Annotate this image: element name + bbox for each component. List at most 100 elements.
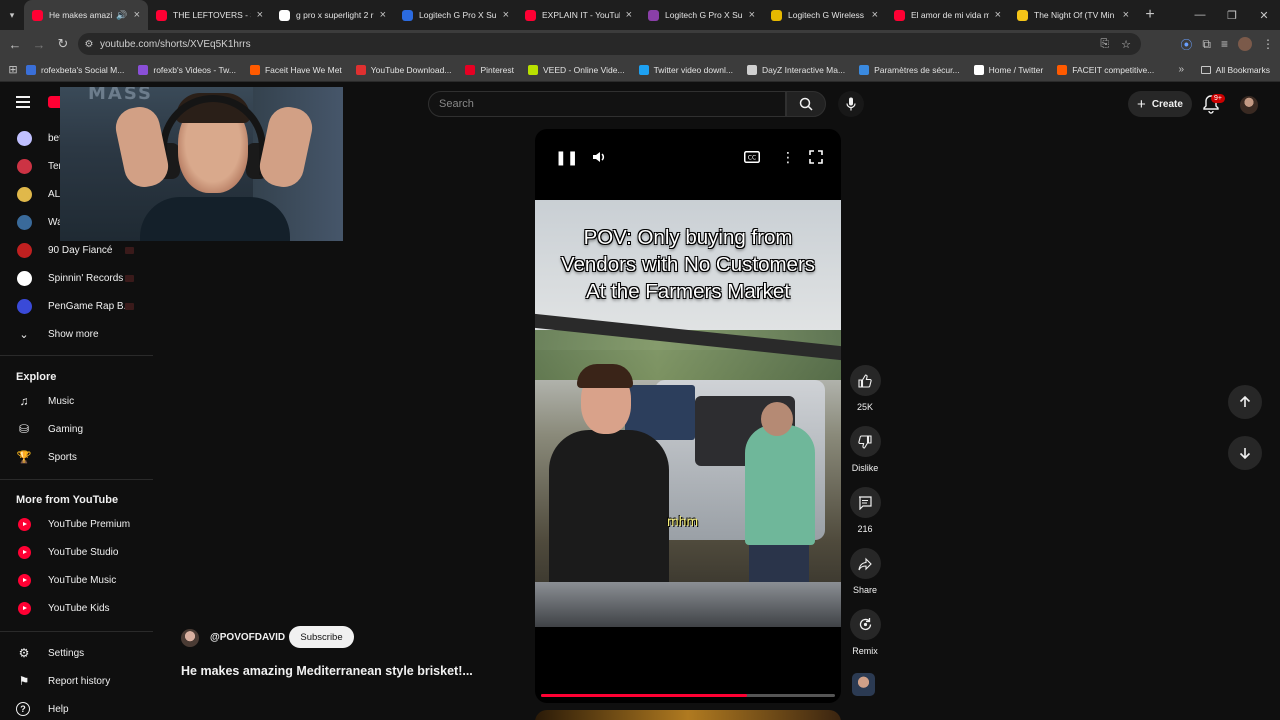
new-tab-button[interactable]: + — [1137, 6, 1163, 24]
close-window-button[interactable]: ✕ — [1248, 9, 1280, 22]
forward-button[interactable]: → — [27, 37, 51, 52]
webcam-person-body — [140, 197, 290, 241]
browser-tab[interactable]: El amor de mi vida m × — [886, 0, 1009, 30]
sidebar-item-youtube-service[interactable]: YouTube Premium — [0, 512, 153, 536]
browser-tab[interactable]: EXPLAIN IT - YouTub × — [517, 0, 640, 30]
share-arrow-icon — [858, 557, 872, 570]
tab-search-icon[interactable]: ▾ — [0, 0, 24, 30]
bookmark-item[interactable]: VEED - Online Vide... — [527, 64, 625, 75]
address-bar[interactable]: ⚙ youtube.com/shorts/XVEq5K1hrrs ⎘ ☆ — [78, 33, 1141, 55]
tab-audio-icon[interactable]: 🔊 — [116, 10, 127, 21]
closed-captions-icon[interactable]: CC — [744, 151, 760, 163]
share-button[interactable] — [849, 548, 881, 579]
progress-bar[interactable] — [541, 694, 835, 697]
shorts-player[interactable]: ❚❚ CC ⋮ POV: Only buying from Vendors wi… — [535, 129, 841, 703]
search-input[interactable] — [429, 92, 785, 116]
browser-tab[interactable]: Logitech G Pro X Sup × — [394, 0, 517, 30]
short-video-frame[interactable]: POV: Only buying from Vendors with No Cu… — [535, 200, 841, 627]
sidebar-item-youtube-service[interactable]: YouTube Studio — [0, 540, 153, 564]
voice-search-button[interactable] — [838, 91, 864, 117]
short-title[interactable]: He makes amazing Mediterranean style bri… — [181, 664, 473, 678]
browser-tab[interactable]: g pro x superlight 2 r × — [271, 0, 394, 30]
audio-source-thumbnail[interactable] — [852, 673, 875, 696]
bookmark-item[interactable]: DayZ Interactive Ma... — [746, 64, 845, 75]
reload-button[interactable]: ↻ — [51, 36, 75, 52]
all-bookmarks-button[interactable]: All Bookmarks — [1200, 65, 1270, 75]
comments-button[interactable] — [849, 487, 881, 518]
guide-menu-icon[interactable] — [16, 96, 30, 111]
next-short-button[interactable] — [1228, 436, 1262, 470]
previous-short-button[interactable] — [1228, 385, 1262, 419]
account-avatar[interactable] — [1240, 96, 1258, 114]
dislike-button[interactable] — [849, 426, 881, 457]
pause-icon[interactable]: ❚❚ — [555, 149, 578, 166]
like-button[interactable] — [849, 365, 881, 396]
browser-tab[interactable]: He makes amazin 🔊 × — [24, 0, 148, 30]
install-app-icon[interactable]: ⎘ — [1100, 38, 1109, 51]
tab-close-icon[interactable]: × — [503, 9, 509, 21]
more-from-youtube-heading: More from YouTube — [16, 494, 119, 506]
media-controls-icon[interactable]: ≡ — [1221, 37, 1228, 51]
subscription-channel[interactable]: Spinnin' Records — [0, 266, 153, 290]
sidebar-item-footer[interactable]: ⚑ Report history — [0, 669, 153, 693]
bookmark-star-icon[interactable]: ☆ — [1121, 38, 1131, 51]
bookmark-item[interactable]: rofexbeta's Social M... — [26, 64, 124, 75]
bookmark-item[interactable]: YouTube Download... — [355, 64, 451, 75]
apps-grid-icon[interactable]: ⊞ — [0, 63, 26, 76]
subscribe-button[interactable]: Subscribe — [289, 626, 354, 648]
tab-close-icon[interactable]: × — [1123, 9, 1129, 21]
tab-close-icon[interactable]: × — [872, 9, 878, 21]
profile-avatar[interactable] — [1238, 37, 1252, 51]
sidebar-item-youtube-service[interactable]: YouTube Music — [0, 568, 153, 592]
next-short-preview[interactable] — [535, 710, 841, 720]
channel-handle[interactable]: @POVOFDAVID — [210, 632, 285, 643]
browser-tab[interactable]: THE LEFTOVERS - Sea × — [148, 0, 271, 30]
bookmark-item[interactable]: rofexb's Videos - Tw... — [138, 64, 236, 75]
create-button[interactable]: + Create — [1128, 91, 1192, 117]
extensions-puzzle-icon[interactable]: ⧉ — [1202, 37, 1211, 52]
bookmark-item[interactable]: Pinterest — [465, 64, 514, 75]
webcam-background-sign: MASS — [88, 87, 153, 104]
more-options-icon[interactable]: ⋮ — [781, 149, 795, 166]
search-button[interactable] — [786, 91, 826, 117]
site-info-icon[interactable]: ⚙ — [78, 39, 100, 50]
bookmark-item[interactable]: Twitter video downl... — [638, 64, 733, 75]
browser-tab[interactable]: Logitech G Pro X Sup × — [640, 0, 763, 30]
sidebar-item-youtube-service[interactable]: YouTube Kids — [0, 596, 153, 620]
fullscreen-icon[interactable] — [809, 150, 823, 164]
url-text[interactable]: youtube.com/shorts/XVEq5K1hrrs — [100, 39, 251, 50]
sidebar-item-explore[interactable]: ⛁ Gaming — [0, 417, 153, 441]
restore-button[interactable]: ❐ — [1216, 9, 1248, 22]
back-button[interactable]: ← — [3, 37, 27, 52]
browser-tab[interactable]: Logitech G Wireless × — [763, 0, 886, 30]
tab-close-icon[interactable]: × — [257, 9, 263, 21]
bookmark-item[interactable]: Home / Twitter — [973, 64, 1043, 75]
remix-button[interactable] — [849, 609, 881, 640]
sidebar-item-footer[interactable]: ? Help — [0, 697, 153, 720]
bookmark-item[interactable]: Paramètres de sécur... — [859, 64, 960, 75]
sidebar-item-explore[interactable]: ♫ Music — [0, 389, 153, 413]
tab-title: El amor de mi vida m — [911, 10, 989, 20]
bookmark-item[interactable]: FACEIT competitive... — [1057, 64, 1154, 75]
subscription-channel[interactable]: PenGame Rap B... — [0, 294, 153, 318]
chrome-menu-icon[interactable]: ⋮ — [1262, 37, 1274, 51]
bookmarks-overflow-icon[interactable]: » — [1178, 64, 1184, 75]
sidebar-item-explore[interactable]: 🏆 Sports — [0, 445, 153, 469]
sidebar-item-footer[interactable]: ⚙ Settings — [0, 641, 153, 665]
tab-close-icon[interactable]: × — [749, 9, 755, 21]
tab-close-icon[interactable]: × — [380, 9, 386, 21]
channel-avatar[interactable] — [181, 629, 199, 647]
bookmark-item[interactable]: Faceit Have We Met — [249, 64, 342, 75]
extension-icon[interactable]: ⦿ — [1180, 36, 1192, 53]
volume-icon[interactable] — [591, 149, 607, 165]
channel-avatar-dot — [16, 158, 32, 174]
tab-close-icon[interactable]: × — [626, 9, 632, 21]
subscription-channel[interactable]: 90 Day Fiancé — [0, 238, 153, 262]
tab-close-icon[interactable]: × — [134, 9, 140, 21]
browser-tab[interactable]: The Night Of (TV Min × — [1009, 0, 1137, 30]
youtube-service-label: YouTube Music — [48, 574, 117, 586]
tab-title: The Night Of (TV Min — [1034, 10, 1115, 20]
minimize-button[interactable]: — — [1184, 9, 1216, 21]
tab-close-icon[interactable]: × — [995, 9, 1001, 21]
show-more-button[interactable]: ⌄ Show more — [0, 322, 153, 346]
